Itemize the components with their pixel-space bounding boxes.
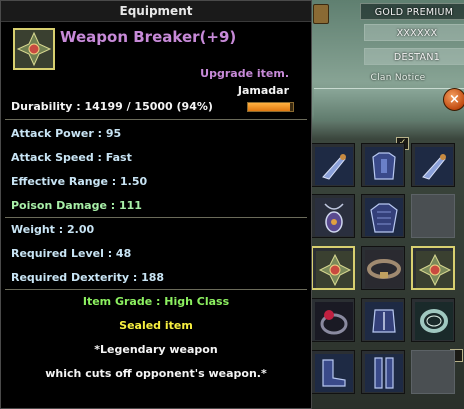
durability-bar	[247, 102, 294, 112]
stat-required-level: Required Level : 48	[11, 247, 132, 260]
inventory-slot[interactable]	[311, 298, 355, 342]
stat-required-dexterity: Required Dexterity : 188	[11, 271, 165, 284]
premium-status-label: GOLD PREMIUM	[360, 3, 464, 20]
item-grade-label: Item Grade : High Class	[82, 295, 230, 308]
belt-icon	[365, 250, 403, 288]
weapon-breaker-icon	[316, 251, 353, 288]
clan-notice-label: Clan Notice	[370, 73, 426, 83]
armor-icon	[365, 147, 403, 185]
inventory-slot[interactable]	[311, 143, 355, 187]
ring-icon	[415, 302, 453, 340]
inventory-slot[interactable]	[361, 194, 405, 238]
inventory-slot[interactable]	[311, 194, 355, 238]
class-label: Jamadar	[237, 84, 289, 97]
stat-attack-power: Attack Power : 95	[11, 127, 122, 140]
weapon-breaker-icon	[13, 28, 55, 70]
durability-label: Durability : 14199 / 15000 (94%)	[11, 100, 213, 113]
weapon-breaker-icon	[416, 251, 453, 288]
durability-fill	[248, 103, 291, 111]
item-name: Weapon Breaker(+9)	[60, 28, 237, 46]
description-line-1: *Legendary weapon	[94, 343, 218, 356]
item-tooltip: Equipment Weapon Breaker(+9) Upgrade ite…	[0, 0, 312, 409]
boots-icon	[315, 354, 353, 392]
username-field: XXXXXX	[364, 24, 464, 41]
gauntlet-icon	[365, 302, 403, 340]
leg-armor-icon	[365, 354, 403, 392]
stat-poison-damage: Poison Damage : 111	[11, 199, 142, 212]
inventory-slot[interactable]	[411, 143, 455, 187]
treasure-chest-icon[interactable]	[313, 4, 329, 24]
dagger-icon	[415, 147, 453, 185]
weapon-breaker-graphic	[15, 30, 53, 68]
stat-weight: Weight : 2.00	[11, 223, 95, 236]
inventory-slot-selected[interactable]	[311, 246, 355, 290]
inventory-slot-selected[interactable]	[411, 246, 455, 290]
stat-effective-range: Effective Range : 1.50	[11, 175, 148, 188]
inventory-slot-empty[interactable]	[411, 194, 455, 238]
upgrade-label: Upgrade item.	[200, 67, 289, 80]
inventory-slot[interactable]	[411, 298, 455, 342]
character-name-field: DESTAN1	[364, 48, 464, 65]
ring-icon	[315, 302, 353, 340]
divider	[5, 119, 307, 120]
tooltip-title: Equipment	[1, 1, 311, 22]
description-line-2: which cuts off opponent's weapon.*	[45, 367, 267, 380]
inventory-slot[interactable]	[361, 246, 405, 290]
armor-icon	[365, 198, 403, 236]
inventory-slot[interactable]	[361, 298, 405, 342]
divider	[5, 289, 307, 290]
close-button[interactable]: ×	[443, 88, 464, 111]
clan-notice-bar	[314, 88, 464, 121]
inventory-slot[interactable]	[311, 350, 355, 394]
inventory-slot[interactable]	[361, 143, 405, 187]
divider	[5, 217, 307, 218]
inventory-slot[interactable]	[361, 350, 405, 394]
amulet-icon	[315, 198, 353, 236]
inventory-slot-empty[interactable]	[411, 350, 455, 394]
sealed-label: Sealed item	[119, 319, 193, 332]
stat-attack-speed: Attack Speed : Fast	[11, 151, 132, 164]
dagger-icon	[315, 147, 353, 185]
